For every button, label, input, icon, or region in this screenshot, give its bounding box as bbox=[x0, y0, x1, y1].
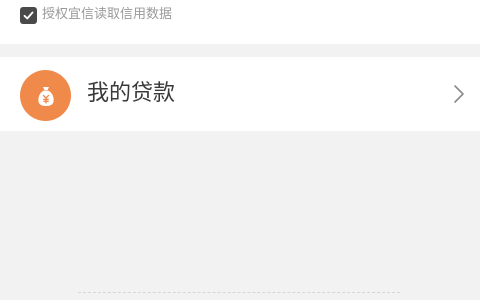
consent-checkbox[interactable] bbox=[20, 6, 37, 24]
divider bbox=[78, 292, 400, 293]
consent-section: 授权宜信读取信用数据 bbox=[0, 0, 480, 44]
consent-label: 授权宜信读取信用数据 bbox=[42, 7, 173, 22]
my-loans-label: 我的贷款 bbox=[87, 81, 176, 106]
consent-row[interactable]: 授权宜信读取信用数据 bbox=[20, 5, 172, 25]
page: 授权宜信读取信用数据 我的贷款 bbox=[0, 0, 480, 300]
money-bag-icon bbox=[20, 70, 71, 121]
chevron-right-icon bbox=[454, 85, 464, 103]
my-loans-row[interactable]: 我的贷款 bbox=[0, 57, 480, 131]
check-icon bbox=[23, 11, 34, 19]
